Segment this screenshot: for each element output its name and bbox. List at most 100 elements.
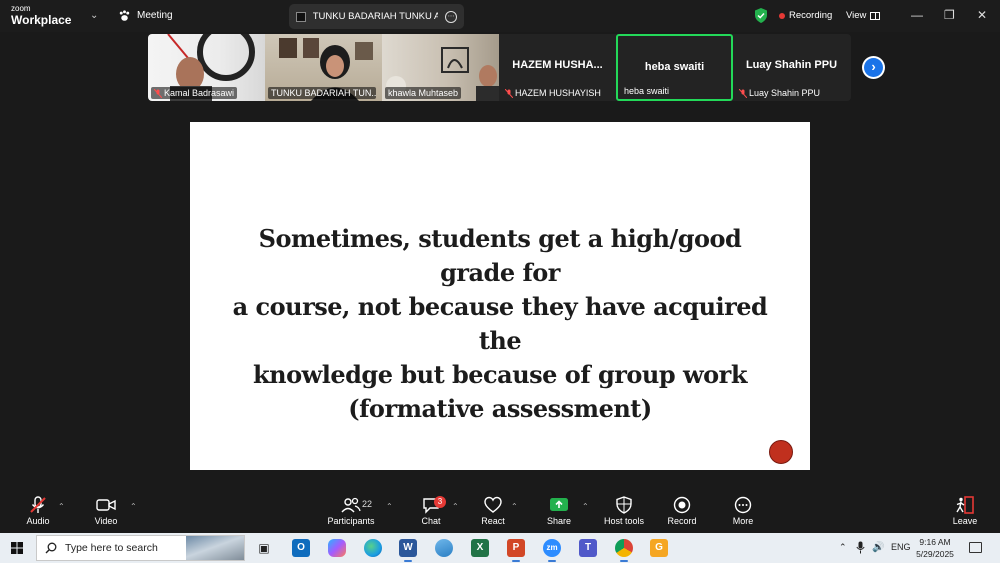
microphone-tray-icon[interactable]	[856, 541, 865, 554]
recording-dot-icon	[779, 12, 785, 19]
next-participants-button[interactable]: ›	[862, 56, 885, 79]
participant-name-label: Luay Shahin PPU	[736, 87, 823, 99]
participant-display-name: HAZEM HUSHA...	[512, 59, 603, 71]
windows-taskbar: ▣ O W X P zm T G ⌃ 🔊 ENG 9:16 AM 5/29/20…	[0, 533, 1000, 563]
participant-tile[interactable]: HAZEM HUSHA... HAZEM HUSHAYISH	[499, 34, 616, 101]
recording-label: Recording	[789, 10, 833, 21]
chevron-down-icon[interactable]: ⌄	[90, 10, 98, 21]
search-icon	[45, 542, 57, 554]
slide-line: knowledge but because of group work	[253, 360, 747, 389]
edge-icon[interactable]	[364, 539, 382, 557]
participant-display-name: Luay Shahin PPU	[745, 59, 838, 71]
participant-name-label: heba swaiti	[624, 86, 670, 96]
zoom-logo: zoom Workplace	[11, 4, 72, 27]
share-button[interactable]: Share	[544, 496, 574, 526]
teams-icon[interactable]: T	[579, 539, 597, 557]
slide-line: (formative assessment)	[348, 394, 652, 423]
mic-muted-icon	[154, 88, 162, 98]
leave-door-icon	[956, 496, 974, 514]
search-input[interactable]	[65, 542, 185, 554]
clock-date: 5/29/2025	[916, 549, 954, 559]
participants-options-caret[interactable]: ⌃	[386, 502, 393, 511]
more-button[interactable]: More	[729, 496, 757, 526]
participant-tile[interactable]: khawla Muhtaseb	[382, 34, 499, 101]
mic-muted-icon	[739, 88, 747, 98]
video-camera-icon	[96, 499, 116, 511]
participant-tile[interactable]: TUNKU BADARIAH TUN...	[265, 34, 382, 101]
title-bar: zoom Workplace ⌄ Meeting TUNKU BADARIAH …	[0, 0, 1000, 32]
chevron-right-icon: ›	[864, 58, 883, 77]
presentation-app-icon[interactable]: G	[650, 539, 668, 557]
meeting-label: Meeting	[137, 10, 173, 21]
slide-line: a course, not because they have acquired…	[232, 292, 768, 355]
taskbar-search[interactable]	[36, 535, 245, 561]
record-button[interactable]: Record	[666, 496, 698, 526]
zoom-window: zoom Workplace ⌄ Meeting TUNKU BADARIAH …	[0, 0, 1000, 563]
task-view-icon[interactable]: ▣	[255, 539, 273, 557]
participant-name-label: TUNKU BADARIAH TUN...	[268, 87, 376, 99]
participant-tile[interactable]: Kamal Badrasawi	[148, 34, 265, 101]
video-button[interactable]: Video	[92, 496, 120, 526]
paw-icon	[119, 10, 130, 21]
react-options-caret[interactable]: ⌃	[511, 502, 518, 511]
host-tools-button[interactable]: Host tools	[602, 496, 646, 526]
share-options-caret[interactable]: ⌃	[582, 502, 589, 511]
meeting-toolbar: Audio ⌃ Video ⌃ Participants 22 ⌃ Chat 3…	[0, 492, 1000, 533]
shared-screen: Sometimes, students get a high/good grad…	[190, 122, 810, 470]
record-icon	[673, 496, 691, 514]
chat-unread-badge: 3	[434, 496, 446, 508]
participant-tile-active-speaker[interactable]: heba swaiti heba swaiti	[616, 34, 733, 101]
chrome-icon[interactable]	[615, 539, 633, 562]
logo-zoom-text: zoom	[11, 4, 31, 13]
notification-icon[interactable]	[969, 542, 982, 553]
clock-time: 9:16 AM	[919, 537, 951, 547]
meeting-menu-button[interactable]: Meeting	[118, 9, 173, 22]
recording-indicator[interactable]: Recording	[779, 10, 832, 21]
slide-text: Sometimes, students get a high/good grad…	[230, 222, 770, 426]
video-options-caret[interactable]: ⌃	[130, 502, 137, 511]
shield-icon	[616, 496, 632, 514]
powerpoint-icon[interactable]: P	[507, 539, 525, 562]
participants-icon	[341, 497, 361, 513]
participant-name-label: khawla Muhtaseb	[385, 87, 462, 99]
participant-name-label: Kamal Badrasawi	[151, 87, 238, 99]
photos-icon[interactable]	[435, 539, 453, 557]
view-button[interactable]: View	[846, 10, 881, 21]
participant-tile[interactable]: Luay Shahin PPU Luay Shahin PPU	[733, 34, 850, 101]
zoom-app-icon[interactable]: zm	[543, 539, 561, 562]
participants-count: 22	[362, 499, 373, 509]
participant-strip: Kamal Badrasawi TUNKU BADARIAH TUN... kh…	[148, 34, 851, 101]
react-button[interactable]: React	[479, 496, 507, 526]
outlook-icon[interactable]: O	[292, 539, 310, 557]
excel-icon[interactable]: X	[471, 539, 489, 557]
taskbar-clock[interactable]: 9:16 AM 5/29/2025	[907, 536, 963, 560]
sharing-indicator[interactable]: TUNKU BADARIAH TUNKU AHMAD ⋯	[289, 4, 464, 29]
sharer-name: TUNKU BADARIAH TUNKU AHMAD	[312, 11, 439, 22]
grid-view-icon	[870, 11, 881, 20]
search-highlight-image	[186, 536, 244, 560]
participant-name-label: HAZEM HUSHAYISH	[502, 87, 604, 99]
record-circle-icon	[769, 440, 793, 464]
copilot-icon[interactable]	[328, 539, 346, 557]
more-options-icon[interactable]: ⋯	[445, 10, 457, 23]
windows-start-icon[interactable]	[11, 542, 23, 554]
chat-options-caret[interactable]: ⌃	[452, 502, 459, 511]
mic-muted-icon	[505, 88, 513, 98]
restore-icon[interactable]: ❐	[944, 8, 955, 22]
speaker-icon[interactable]: 🔊	[872, 542, 884, 553]
audio-options-caret[interactable]: ⌃	[58, 502, 65, 511]
leave-button[interactable]: Leave	[950, 496, 980, 526]
view-label: View	[846, 10, 867, 21]
participant-display-name: heba swaiti	[644, 61, 705, 73]
share-screen-icon	[550, 498, 568, 511]
word-icon[interactable]: W	[399, 539, 417, 562]
mic-muted-icon	[30, 496, 46, 513]
close-icon[interactable]: ✕	[977, 8, 987, 22]
audio-button[interactable]: Audio	[24, 496, 52, 526]
encryption-shield-icon[interactable]	[754, 8, 768, 23]
heart-icon	[484, 496, 502, 513]
more-dots-icon	[734, 496, 752, 514]
minimize-icon[interactable]: —	[911, 8, 923, 22]
logo-workplace-text: Workplace	[11, 13, 72, 27]
show-hidden-icons-icon[interactable]: ⌃	[839, 542, 847, 553]
